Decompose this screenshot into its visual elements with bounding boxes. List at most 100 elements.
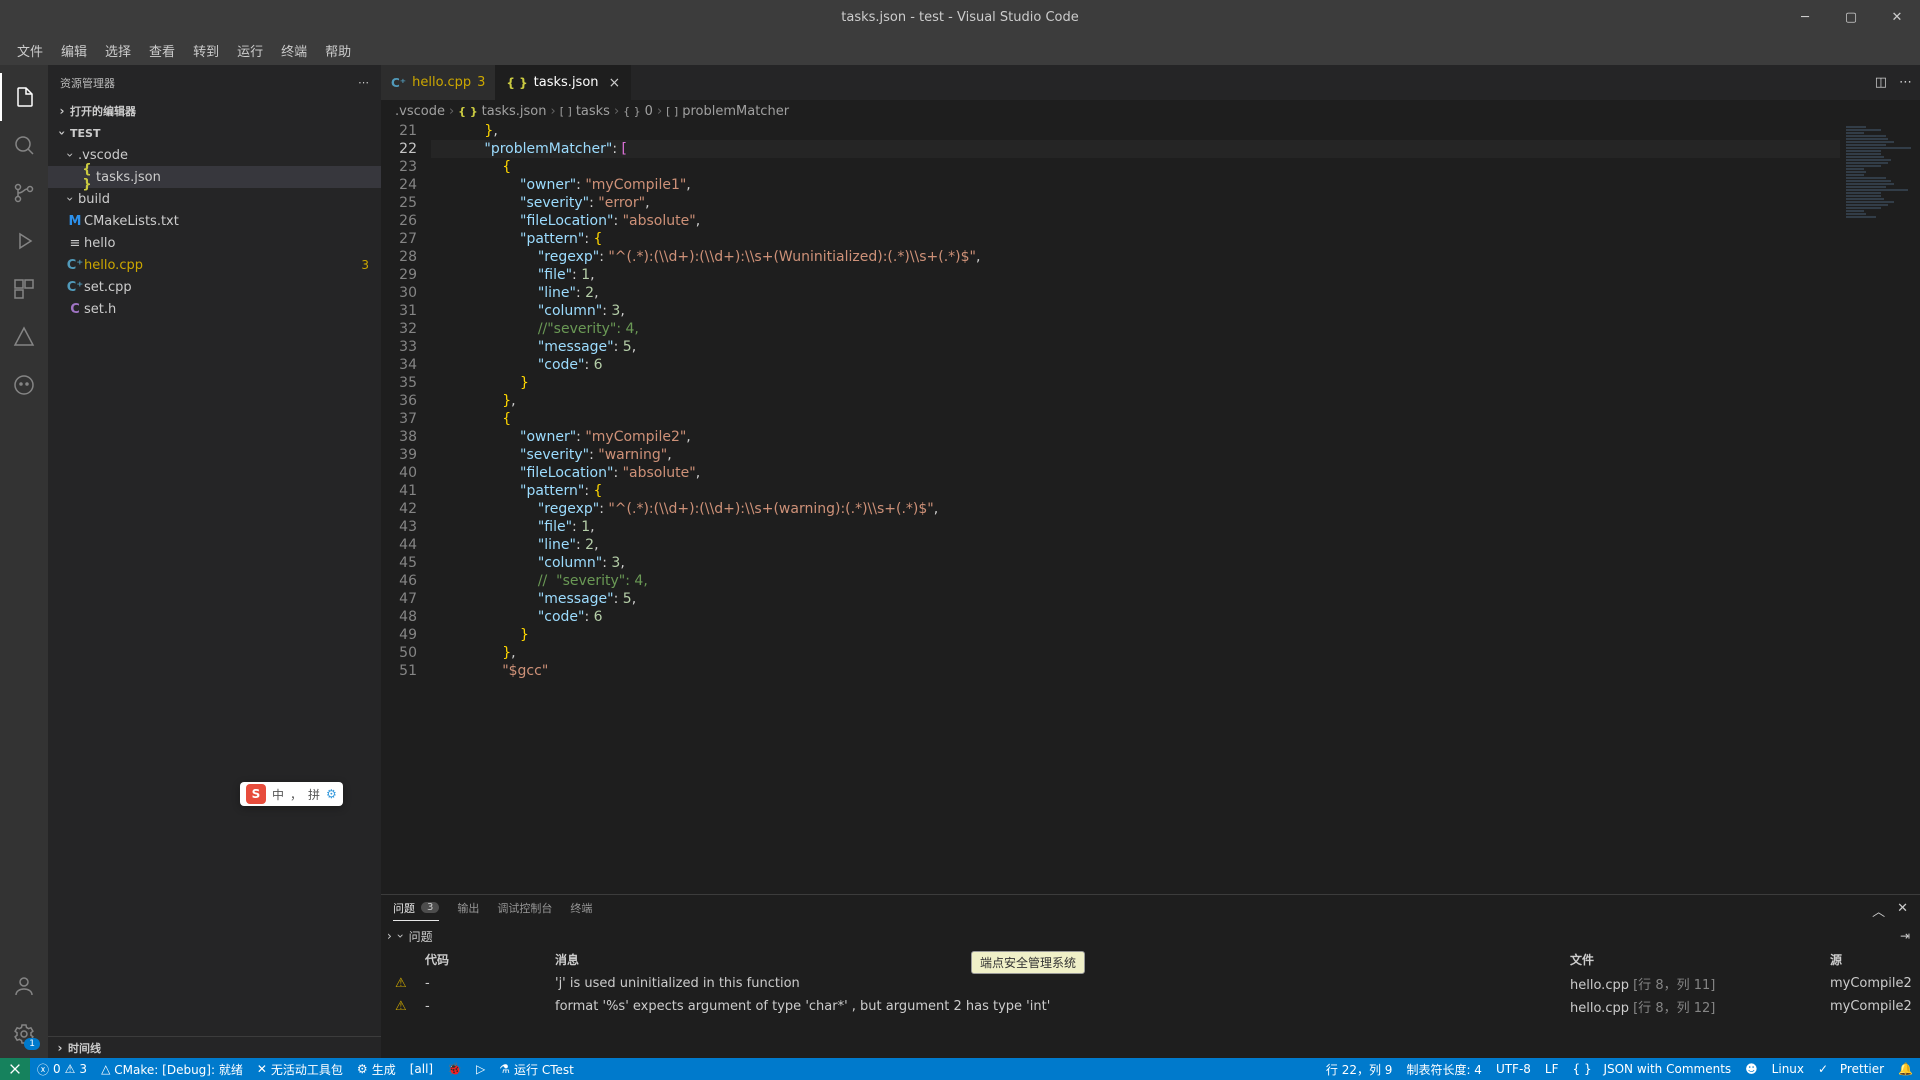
status-remote[interactable] [0, 1058, 30, 1080]
activity-cmake[interactable] [0, 313, 48, 361]
chevron-down-icon[interactable]: › [393, 934, 407, 939]
menu-terminal[interactable]: 终端 [272, 41, 316, 60]
status-eol[interactable]: LF [1538, 1058, 1566, 1080]
activity-extensions[interactable] [0, 265, 48, 313]
status-prettier[interactable]: ✓ Prettier [1811, 1058, 1891, 1080]
activity-copilot[interactable] [0, 361, 48, 409]
ime-indicator[interactable]: S 中 ， 拼 ⚙ [240, 782, 343, 806]
warning-icon: ⚠ [395, 999, 425, 1014]
status-notifications[interactable]: 🔔 [1891, 1058, 1920, 1080]
activity-scm[interactable] [0, 169, 48, 217]
sidebar: 资源管理器 ⋯ › 打开的编辑器 › TEST › .vscode { } ta… [48, 65, 381, 1058]
close-icon[interactable]: × [609, 75, 621, 91]
json-icon: { } [1573, 1062, 1592, 1076]
tree-file-cmakelists[interactable]: M CMakeLists.txt [48, 210, 381, 232]
activity-explorer[interactable] [0, 73, 48, 121]
status-problems[interactable]: ⓧ0 ⚠3 [30, 1058, 94, 1080]
breadcrumbs[interactable]: .vscode› { } tasks.json› [ ] tasks› { } … [381, 100, 1920, 122]
sidebar-more-icon[interactable]: ⋯ [358, 76, 369, 89]
editor-tabs: C⁺ hello.cpp 3 { } tasks.json × ◫ ⋯ [381, 65, 1920, 100]
problem-row[interactable]: ⚠-format '%s' expects argument of type '… [381, 995, 1920, 1018]
menu-view[interactable]: 查看 [140, 41, 184, 60]
status-cursor[interactable]: 行 22，列 9 [1319, 1058, 1400, 1080]
collapse-all-icon[interactable]: ⇥ [1900, 929, 1910, 943]
col-code[interactable]: 代码 [425, 951, 555, 968]
status-target[interactable]: [all] [403, 1058, 440, 1080]
problems-count-badge: 3 [421, 902, 439, 913]
col-file[interactable]: 文件 [1570, 951, 1830, 968]
line-numbers: 2122232425262728293031323334353637383940… [381, 122, 431, 894]
tree-file-hello[interactable]: ≡ hello [48, 232, 381, 254]
search-icon [12, 133, 36, 157]
problem-row[interactable]: ⚠-'j' is used uninitialized in this func… [381, 972, 1920, 995]
status-os[interactable]: Linux [1765, 1058, 1811, 1080]
status-tabsize[interactable]: 制表符长度: 4 [1399, 1058, 1489, 1080]
breadcrumb-item[interactable]: tasks.json [482, 104, 547, 119]
status-ctest[interactable]: ⚗运行 CTest [492, 1058, 581, 1080]
play-bug-icon [12, 229, 36, 253]
panel-maximize-icon[interactable]: ︿ [1872, 901, 1885, 920]
status-kit[interactable]: ✕无活动工具包 [250, 1058, 350, 1080]
tree-file-seth[interactable]: C set.h [48, 298, 381, 320]
copilot-icon [12, 373, 36, 397]
minimap[interactable] [1840, 122, 1920, 894]
tab-tasks-json[interactable]: { } tasks.json × [496, 65, 631, 100]
code-content[interactable]: }, "problemMatcher": [ { "owner": "myCom… [431, 122, 1840, 894]
tree-folder-build[interactable]: › build [48, 188, 381, 210]
tab-hello-cpp[interactable]: C⁺ hello.cpp 3 [381, 65, 496, 100]
menu-edit[interactable]: 编辑 [52, 41, 96, 60]
breadcrumb-item[interactable]: tasks [576, 104, 610, 119]
maximize-button[interactable]: ▢ [1828, 0, 1874, 35]
panel-tab-output[interactable]: 输出 [457, 900, 479, 920]
menu-run[interactable]: 运行 [228, 41, 272, 60]
gear-icon[interactable]: ⚙ [326, 787, 337, 801]
split-editor-icon[interactable]: ◫ [1875, 75, 1887, 90]
panel-tab-terminal[interactable]: 终端 [570, 900, 592, 920]
section-folder[interactable]: › TEST [48, 122, 381, 144]
sidebar-title: 资源管理器 [60, 75, 115, 91]
status-run-launch[interactable]: ▷ [469, 1058, 492, 1080]
play-icon: ▷ [476, 1062, 485, 1076]
status-debug-launch[interactable]: 🐞 [440, 1058, 469, 1080]
panel-close-icon[interactable]: ✕ [1897, 901, 1908, 920]
menu-go[interactable]: 转到 [184, 41, 228, 60]
bug-icon: 🐞 [447, 1062, 462, 1076]
close-button[interactable]: ✕ [1874, 0, 1920, 35]
panel-tab-problems[interactable]: 问题 3 [393, 900, 439, 921]
code-editor[interactable]: 2122232425262728293031323334353637383940… [381, 122, 1840, 894]
status-build[interactable]: ⚙生成 [350, 1058, 403, 1080]
chevron-right-icon[interactable]: › [387, 929, 392, 943]
settings-badge: 1 [24, 1038, 40, 1050]
section-timeline[interactable]: › 时间线 [48, 1036, 381, 1058]
menu-help[interactable]: 帮助 [316, 41, 360, 60]
more-actions-icon[interactable]: ⋯ [1899, 75, 1912, 90]
tree-file-hellocpp[interactable]: C⁺ hello.cpp 3 [48, 254, 381, 276]
section-open-editors[interactable]: › 打开的编辑器 [48, 100, 381, 122]
status-cmake[interactable]: △CMake: [Debug]: 就绪 [94, 1058, 250, 1080]
activity-search[interactable] [0, 121, 48, 169]
cmake-icon: M [66, 214, 84, 229]
tooltip: 端点安全管理系统 [971, 951, 1085, 974]
breadcrumb-item[interactable]: .vscode [395, 104, 445, 119]
activity-settings[interactable]: 1 [0, 1010, 48, 1058]
tree-file-setcpp[interactable]: C⁺ set.cpp [48, 276, 381, 298]
bell-icon: 🔔 [1898, 1062, 1913, 1076]
menu-selection[interactable]: 选择 [96, 41, 140, 60]
status-language[interactable]: { } JSON with Comments [1566, 1058, 1739, 1080]
breadcrumb-item[interactable]: problemMatcher [682, 104, 789, 119]
breadcrumb-item[interactable]: 0 [645, 104, 653, 119]
tree-file-tasksjson[interactable]: { } tasks.json [48, 166, 381, 188]
cpp-icon: C⁺ [391, 76, 406, 90]
file-tree: › .vscode { } tasks.json › build M CMake… [48, 144, 381, 320]
activity-debug[interactable] [0, 217, 48, 265]
minimize-button[interactable]: ─ [1782, 0, 1828, 35]
activity-account[interactable] [0, 962, 48, 1010]
col-src[interactable]: 源 [1830, 951, 1920, 968]
titlebar: tasks.json - test - Visual Studio Code ─… [0, 0, 1920, 35]
beaker-icon: ⚗ [499, 1062, 510, 1076]
tree-folder-vscode[interactable]: › .vscode [48, 144, 381, 166]
panel-tab-debug-console[interactable]: 调试控制台 [497, 900, 552, 920]
status-feedback[interactable]: ☻ [1738, 1058, 1765, 1080]
status-encoding[interactable]: UTF-8 [1489, 1058, 1538, 1080]
menu-file[interactable]: 文件 [8, 41, 52, 60]
